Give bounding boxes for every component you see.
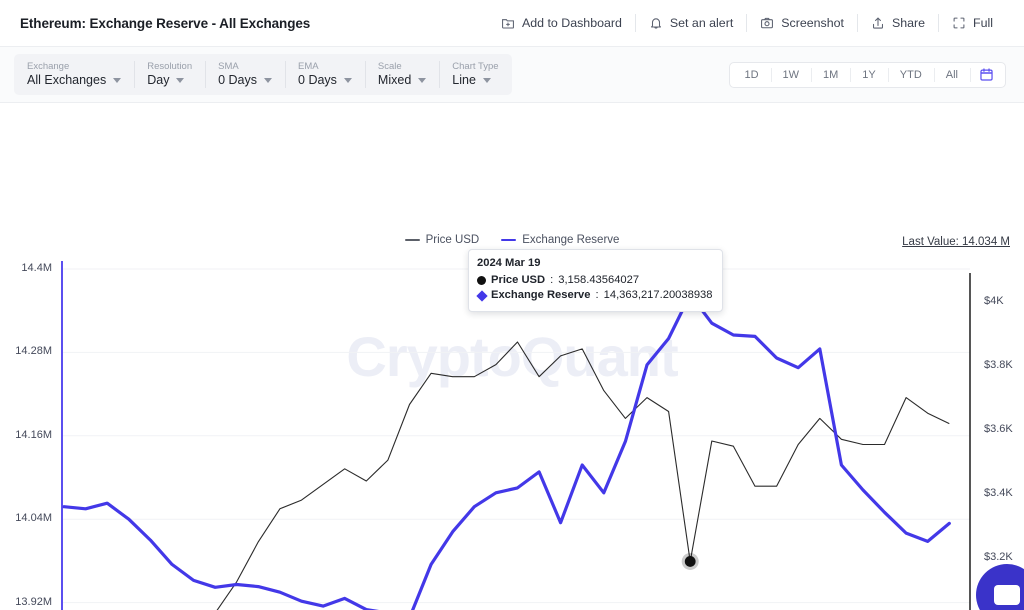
tooltip-row-price-usd: Price USD: 3,158.43564027 [477,273,713,289]
scale-selector-value: Mixed [377,73,412,87]
controls-bar: Exchange All Exchanges Resolution Day SM… [0,47,1024,103]
set-an-alert-label: Set an alert [669,16,734,30]
y-axis-right-tick-label: $3.6K [984,423,1013,435]
page-title: Ethereum: Exchange Reserve - All Exchang… [20,15,311,31]
chevron-down-icon [264,78,273,83]
range-option-all[interactable]: All [933,63,970,87]
sma-selector[interactable]: SMA 0 Days [205,54,285,95]
y-axis-left-tick-label: 14.16M [15,428,52,441]
fullscreen-icon [952,16,966,30]
chevron-down-icon [418,78,427,83]
chart-tooltip: 2024 Mar 19 Price USD: 3,158.43564027 Ex… [468,249,723,312]
ema-selector[interactable]: EMA 0 Days [285,54,365,95]
chart-type-selector[interactable]: Chart Type Line [439,54,511,95]
range-option-1d[interactable]: 1D [732,63,770,87]
camera-icon [760,16,774,30]
tooltip-colon: : [550,273,554,286]
screenshot-button[interactable]: Screenshot [747,11,857,35]
tooltip-colon: : [595,289,599,301]
tooltip-date: 2024 Mar 19 [477,257,541,269]
plot-svg [61,261,971,610]
bell-icon [649,16,663,30]
time-range-selector: 1D 1W 1M 1Y YTD All [729,61,1006,88]
series-line-exchange-reserve [62,293,951,610]
chart-settings-group: Exchange All Exchanges Resolution Day SM… [14,54,512,95]
exchange-selector-label: Exchange [27,61,70,72]
share-label: Share [891,16,926,30]
exchange-selector-value: All Exchanges [27,73,107,87]
add-to-dashboard-icon [501,16,515,30]
chevron-down-icon [176,78,185,83]
sma-selector-label: SMA [218,61,239,72]
chevron-down-icon [343,78,352,83]
gridlines [62,268,970,604]
y-axis-right-tick-label: $3.2K [984,551,1013,563]
chart-type-selector-value: Line [452,73,476,87]
range-option-ytd[interactable]: YTD [887,63,934,87]
screenshot-label: Screenshot [781,16,844,30]
ema-selector-value: 0 Days [298,73,337,87]
header-actions: Add to Dashboard Set an alert Screenshot… [488,11,1006,35]
fullscreen-button[interactable]: Full [939,11,1006,35]
calendar-icon[interactable] [970,63,1003,87]
resolution-selector-label: Resolution [147,61,193,72]
y-axis-right-tick-label: $4K [984,295,1004,307]
y-axis-right-tick-label: $3.8K [984,359,1013,371]
y-axis-left-tick-label: 14.4M [21,262,52,274]
chart-type-selector-label: Chart Type [452,61,499,72]
circle-marker-icon [477,275,486,285]
range-option-1y[interactable]: 1Y [850,63,887,87]
sma-selector-value: 0 Days [218,73,258,87]
scale-selector[interactable]: Scale Mixed [364,54,439,95]
chat-bubble-icon [994,585,1020,605]
resolution-selector[interactable]: Resolution Day [134,54,205,95]
ema-selector-label: EMA [298,61,319,72]
range-option-1m[interactable]: 1M [811,63,850,87]
y-axis-right-tick-label: $3.4K [984,487,1013,499]
tooltip-value-price-usd: 3,158.43564027 [558,273,640,286]
resolution-selector-value: Day [147,73,170,87]
fullscreen-label: Full [973,16,993,30]
tooltip-value-exchange-reserve: 14,363,217.20038938 [603,289,713,301]
exchange-selector[interactable]: Exchange All Exchanges [14,54,134,95]
set-an-alert-button[interactable]: Set an alert [636,11,746,35]
y-axis-left-tick-label: 13.92M [15,595,52,608]
tooltip-key-exchange-reserve: Exchange Reserve [491,289,591,301]
series-line-price-usd [216,341,950,610]
app-header: Ethereum: Exchange Reserve - All Exchang… [0,0,1024,47]
chart-container[interactable]: CryptoQuant Price USD Exchange Reserve L… [0,103,1024,610]
chevron-down-icon [482,78,491,83]
range-option-1w[interactable]: 1W [770,63,812,87]
share-button[interactable]: Share [858,11,938,35]
tooltip-row-exchange-reserve: Exchange Reserve: 14,363,217.20038938 [475,288,713,304]
chevron-down-icon [113,78,122,83]
y-axis-left-tick-label: 14.28M [15,345,52,358]
share-icon [871,16,885,30]
tooltip-key-price-usd: Price USD [491,273,546,286]
diamond-marker-icon [475,290,488,302]
y-axis-left-tick-label: 14.04M [15,512,52,525]
circle-marker [684,556,696,567]
scale-selector-label: Scale [377,61,402,72]
add-to-dashboard-button[interactable]: Add to Dashboard [488,11,635,35]
add-to-dashboard-label: Add to Dashboard [522,16,622,30]
